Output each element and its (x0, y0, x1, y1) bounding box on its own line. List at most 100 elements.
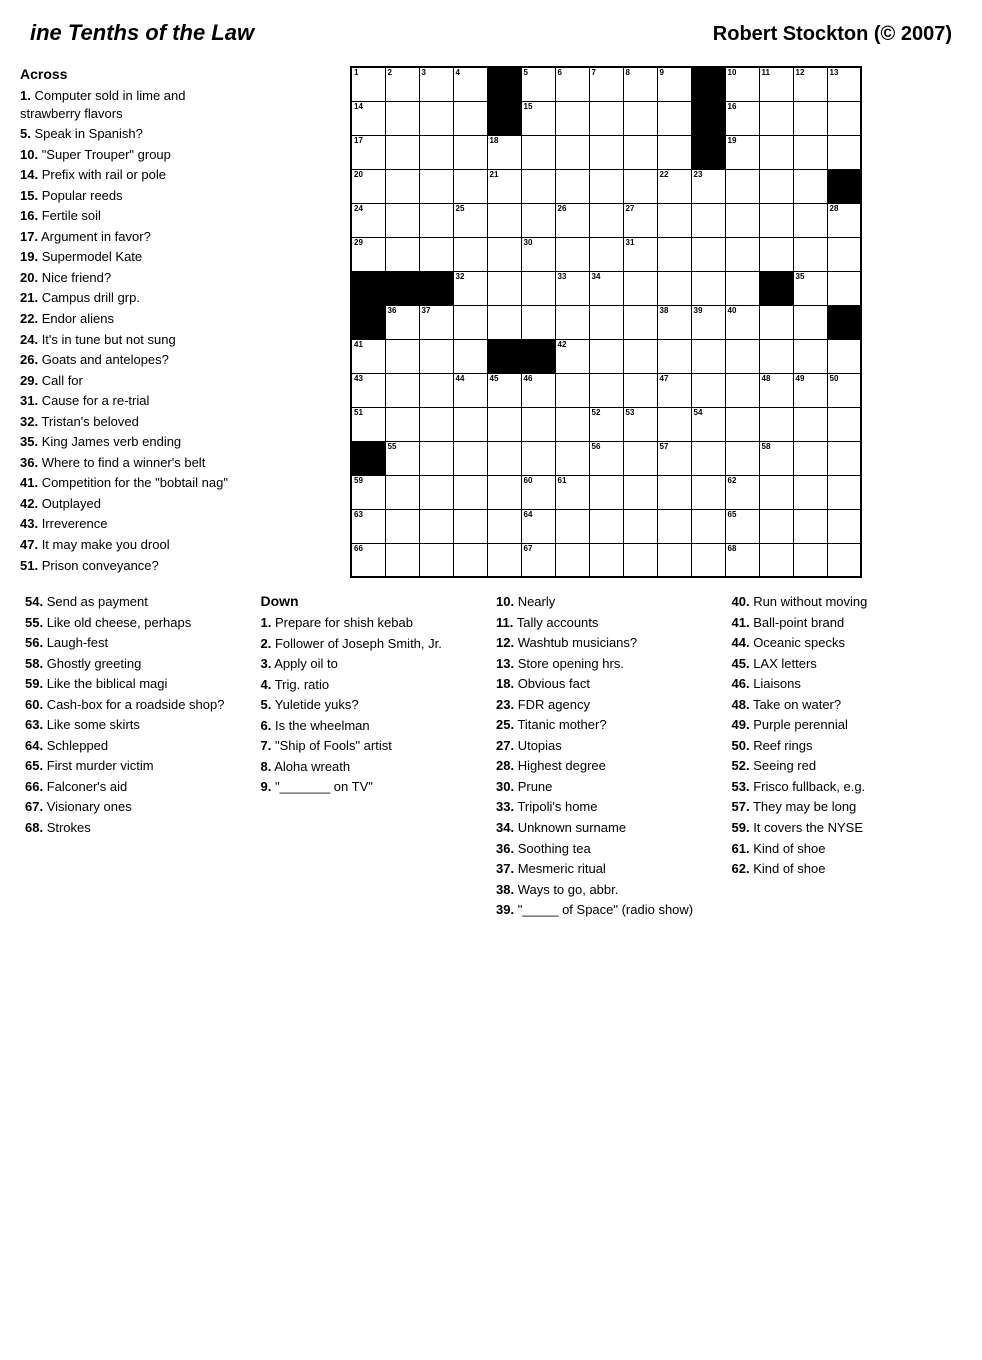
grid-cell[interactable] (793, 203, 827, 237)
grid-cell[interactable]: 53 (623, 407, 657, 441)
grid-cell[interactable] (793, 475, 827, 509)
grid-cell[interactable]: 41 (351, 339, 385, 373)
grid-cell[interactable] (419, 135, 453, 169)
grid-cell[interactable] (555, 169, 589, 203)
grid-cell[interactable]: 66 (351, 543, 385, 577)
grid-cell[interactable] (759, 475, 793, 509)
grid-cell[interactable] (453, 509, 487, 543)
grid-cell[interactable]: 12 (793, 67, 827, 101)
grid-cell[interactable] (419, 339, 453, 373)
grid-cell[interactable] (793, 339, 827, 373)
grid-cell[interactable]: 63 (351, 509, 385, 543)
grid-cell[interactable] (759, 203, 793, 237)
grid-cell[interactable] (589, 543, 623, 577)
grid-cell[interactable] (453, 101, 487, 135)
grid-cell[interactable] (589, 339, 623, 373)
grid-cell[interactable] (725, 271, 759, 305)
grid-cell[interactable] (657, 203, 691, 237)
grid-cell[interactable]: 50 (827, 373, 861, 407)
grid-cell[interactable] (419, 441, 453, 475)
grid-cell[interactable]: 29 (351, 237, 385, 271)
grid-cell[interactable]: 45 (487, 373, 521, 407)
grid-cell[interactable] (725, 339, 759, 373)
grid-cell[interactable]: 6 (555, 67, 589, 101)
grid-cell[interactable] (419, 169, 453, 203)
grid-cell[interactable] (555, 101, 589, 135)
grid-cell[interactable] (759, 509, 793, 543)
grid-cell[interactable]: 49 (793, 373, 827, 407)
grid-cell[interactable] (657, 543, 691, 577)
grid-cell[interactable] (623, 509, 657, 543)
grid-cell[interactable] (759, 305, 793, 339)
grid-cell[interactable] (623, 305, 657, 339)
grid-cell[interactable]: 60 (521, 475, 555, 509)
grid-cell[interactable] (827, 509, 861, 543)
grid-cell[interactable] (691, 203, 725, 237)
grid-cell[interactable] (725, 169, 759, 203)
grid-cell[interactable]: 44 (453, 373, 487, 407)
grid-cell[interactable] (725, 407, 759, 441)
grid-cell[interactable]: 61 (555, 475, 589, 509)
grid-cell[interactable] (827, 475, 861, 509)
grid-cell[interactable]: 4 (453, 67, 487, 101)
grid-cell[interactable] (487, 271, 521, 305)
grid-cell[interactable] (385, 135, 419, 169)
grid-cell[interactable] (691, 237, 725, 271)
grid-cell[interactable]: 28 (827, 203, 861, 237)
grid-cell[interactable]: 17 (351, 135, 385, 169)
grid-cell[interactable] (453, 407, 487, 441)
grid-cell[interactable] (385, 407, 419, 441)
grid-cell[interactable] (691, 509, 725, 543)
grid-cell[interactable]: 7 (589, 67, 623, 101)
grid-cell[interactable] (589, 101, 623, 135)
grid-cell[interactable]: 13 (827, 67, 861, 101)
grid-cell[interactable]: 51 (351, 407, 385, 441)
grid-cell[interactable] (657, 101, 691, 135)
grid-cell[interactable] (555, 135, 589, 169)
grid-cell[interactable] (691, 339, 725, 373)
grid-cell[interactable] (419, 101, 453, 135)
grid-cell[interactable] (589, 373, 623, 407)
grid-cell[interactable] (793, 305, 827, 339)
grid-cell[interactable] (759, 339, 793, 373)
grid-cell[interactable] (385, 475, 419, 509)
grid-cell[interactable] (555, 543, 589, 577)
grid-cell[interactable] (419, 475, 453, 509)
grid-cell[interactable] (691, 543, 725, 577)
grid-cell[interactable] (453, 543, 487, 577)
grid-cell[interactable] (453, 237, 487, 271)
grid-cell[interactable]: 43 (351, 373, 385, 407)
grid-cell[interactable] (521, 407, 555, 441)
grid-cell[interactable]: 64 (521, 509, 555, 543)
grid-cell[interactable]: 48 (759, 373, 793, 407)
grid-cell[interactable]: 21 (487, 169, 521, 203)
grid-cell[interactable] (827, 543, 861, 577)
grid-cell[interactable]: 11 (759, 67, 793, 101)
grid-cell[interactable] (487, 237, 521, 271)
grid-cell[interactable] (657, 339, 691, 373)
grid-cell[interactable] (759, 407, 793, 441)
grid-cell[interactable] (521, 169, 555, 203)
grid-cell[interactable]: 19 (725, 135, 759, 169)
grid-cell[interactable] (793, 135, 827, 169)
grid-cell[interactable] (521, 203, 555, 237)
grid-cell[interactable]: 33 (555, 271, 589, 305)
grid-cell[interactable] (691, 441, 725, 475)
grid-cell[interactable] (521, 135, 555, 169)
grid-cell[interactable] (521, 441, 555, 475)
grid-cell[interactable]: 18 (487, 135, 521, 169)
grid-cell[interactable]: 65 (725, 509, 759, 543)
grid-cell[interactable] (385, 339, 419, 373)
grid-cell[interactable]: 30 (521, 237, 555, 271)
grid-cell[interactable] (657, 509, 691, 543)
grid-cell[interactable] (725, 441, 759, 475)
grid-cell[interactable] (487, 407, 521, 441)
grid-cell[interactable] (589, 169, 623, 203)
grid-cell[interactable] (623, 373, 657, 407)
grid-cell[interactable] (419, 509, 453, 543)
grid-cell[interactable]: 38 (657, 305, 691, 339)
grid-cell[interactable]: 23 (691, 169, 725, 203)
grid-cell[interactable]: 55 (385, 441, 419, 475)
grid-cell[interactable]: 8 (623, 67, 657, 101)
grid-cell[interactable] (589, 135, 623, 169)
